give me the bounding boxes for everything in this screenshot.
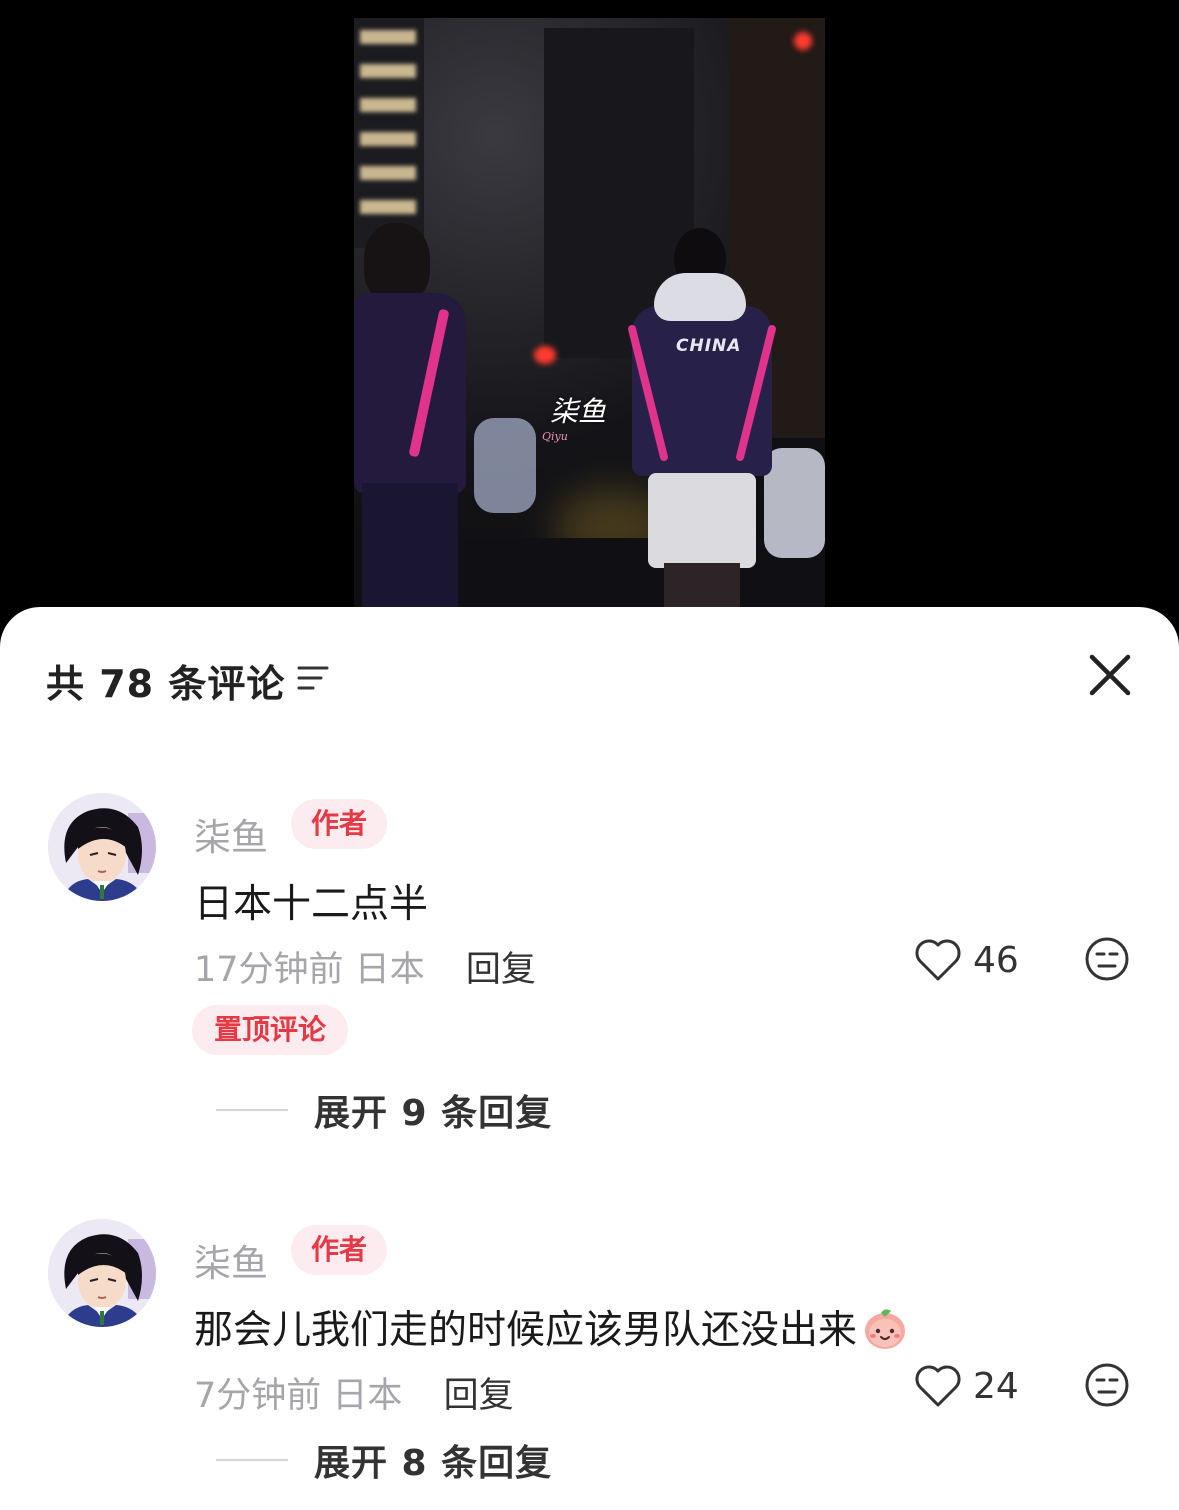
heart-icon: [915, 939, 961, 981]
building-left: [354, 18, 424, 248]
pinned-badge: 置顶评论: [192, 1005, 348, 1055]
comment-count-title: 共 78 条评论: [46, 662, 286, 706]
person-jacket: [632, 306, 772, 476]
peach-smile-emoji-icon: [865, 1309, 906, 1349]
window-light: [360, 132, 416, 146]
close-x-icon: [1089, 654, 1131, 696]
luggage-bag: [474, 418, 536, 513]
reply-button[interactable]: 回复: [466, 950, 536, 990]
anime-avatar-icon: [48, 793, 156, 901]
avatar[interactable]: [48, 1219, 156, 1327]
window-light: [360, 166, 416, 180]
dislike-button[interactable]: [1083, 1361, 1131, 1409]
comment-location: 日本: [332, 1376, 403, 1416]
person-hood: [654, 273, 746, 321]
dislike-button[interactable]: [1083, 935, 1131, 983]
person-legs: [362, 483, 458, 608]
person-left: [354, 223, 474, 608]
comment-item: 柒鱼 作者 那会儿我们走的时候应该男队还没出来 7分钟前 日本 回复 24 展开…: [0, 1219, 1179, 1509]
video-player[interactable]: CHINA 柒鱼 Qiyu: [0, 0, 1179, 640]
comment-item: 柒鱼 作者 日本十二点半 17分钟前 日本 回复 46 置顶评论 展开 9 条回…: [0, 793, 1179, 1135]
comment-text[interactable]: 日本十二点半: [194, 873, 428, 929]
like-button[interactable]: 24: [913, 1361, 1019, 1411]
like-button[interactable]: 46: [913, 935, 1019, 985]
unamused-face-icon: [1085, 937, 1129, 981]
expand-replies-button[interactable]: 展开 9 条回复: [216, 1085, 552, 1135]
reply-button[interactable]: 回复: [444, 1376, 514, 1416]
author-name[interactable]: 柒鱼: [194, 807, 268, 861]
window-light: [360, 200, 416, 214]
video-frame[interactable]: CHINA 柒鱼 Qiyu: [354, 18, 825, 608]
window-light: [360, 64, 416, 78]
expand-replies-button[interactable]: 展开 8 条回复: [216, 1435, 552, 1485]
comment-meta: 17分钟前 日本 回复: [194, 941, 536, 992]
comments-header: 共 78 条评论: [0, 607, 1179, 747]
jersey-text: CHINA: [676, 336, 742, 356]
author-name[interactable]: 柒鱼: [194, 1233, 268, 1287]
comment-time: 17分钟前: [194, 950, 344, 990]
like-count: 46: [973, 939, 1019, 981]
author-badge: 作者: [291, 799, 387, 849]
person-legs: [664, 563, 740, 608]
comments-sheet: 共 78 条评论 柒鱼 作者 日本十二点半 17分钟前 日本 回复 46 置顶评…: [0, 607, 1179, 1510]
comment-location: 日本: [354, 950, 425, 990]
like-count: 24: [973, 1365, 1019, 1407]
heart-icon: [915, 1365, 961, 1407]
avatar[interactable]: [48, 793, 156, 901]
person-jacket: [354, 293, 466, 493]
expand-replies-label: 展开 8 条回复: [314, 1443, 553, 1484]
comment-meta: 7分钟前 日本 回复: [194, 1367, 514, 1418]
window-light: [360, 30, 416, 44]
anime-avatar-icon: [48, 1219, 156, 1327]
person-right: CHINA: [624, 228, 784, 608]
author-badge: 作者: [291, 1225, 387, 1275]
video-watermark: 柒鱼: [550, 395, 607, 428]
comment-text[interactable]: 那会儿我们走的时候应该男队还没出来: [194, 1299, 909, 1355]
video-watermark-sub: Qiyu: [542, 430, 568, 443]
sort-lines-icon[interactable]: [297, 663, 329, 693]
close-button[interactable]: [1086, 651, 1134, 699]
expand-replies-label: 展开 9 条回复: [314, 1093, 553, 1134]
traffic-light: [534, 346, 556, 364]
comment-text-body: 那会儿我们走的时候应该男队还没出来: [194, 1308, 858, 1353]
window-light: [360, 98, 416, 112]
expand-divider: [216, 1459, 288, 1461]
unamused-face-icon: [1085, 1363, 1129, 1407]
expand-divider: [216, 1109, 288, 1111]
person-shorts: [648, 473, 756, 568]
comment-time: 7分钟前: [194, 1376, 322, 1416]
traffic-light: [794, 32, 812, 50]
person-head: [364, 223, 430, 303]
